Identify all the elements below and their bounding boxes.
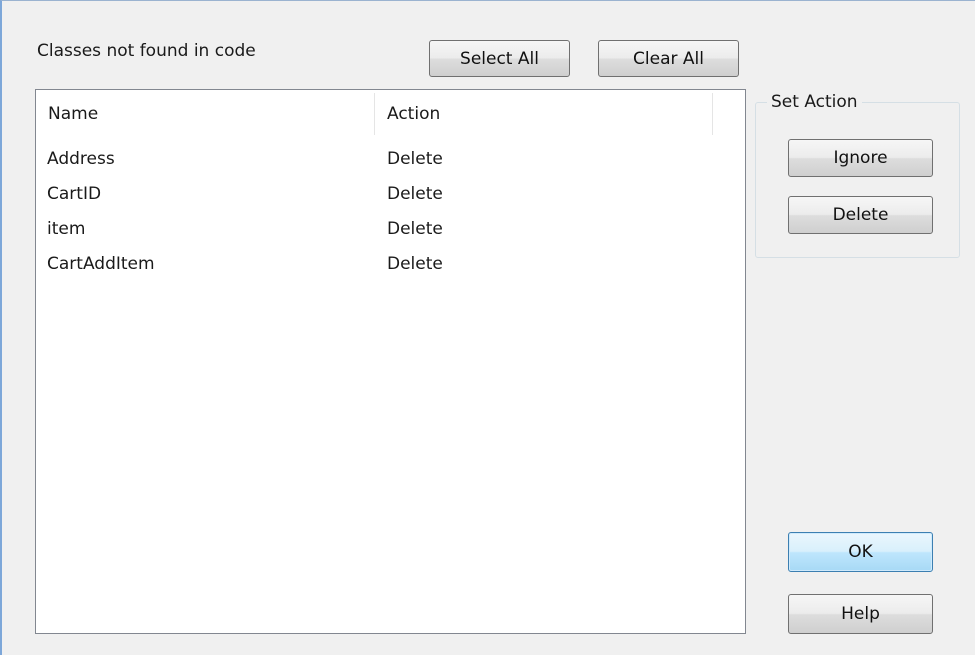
table-row[interactable]: Address Delete <box>36 142 745 177</box>
select-all-button[interactable]: Select All <box>429 40 570 77</box>
set-action-group <box>755 102 960 258</box>
delete-button[interactable]: Delete <box>788 196 933 234</box>
table-row[interactable]: item Delete <box>36 212 745 247</box>
row-name: Address <box>47 149 115 169</box>
table-row[interactable]: CartID Delete <box>36 177 745 212</box>
list-header: Name Action <box>36 90 745 138</box>
help-button[interactable]: Help <box>788 594 933 634</box>
row-name: CartID <box>47 184 102 204</box>
clear-all-button[interactable]: Clear All <box>598 40 739 77</box>
dialog-window: Classes not found in code Select All Cle… <box>0 0 975 655</box>
column-header-action[interactable]: Action <box>375 90 712 138</box>
column-header-filler <box>713 90 745 138</box>
row-action: Delete <box>387 149 443 169</box>
table-row[interactable]: CartAddItem Delete <box>36 247 745 282</box>
row-action: Delete <box>387 254 443 274</box>
row-action: Delete <box>387 219 443 239</box>
row-name: item <box>47 219 86 239</box>
ignore-button[interactable]: Ignore <box>788 139 933 177</box>
classes-list[interactable]: Name Action Address Delete CartID Delete… <box>35 89 746 634</box>
set-action-title: Set Action <box>767 91 862 113</box>
column-header-name[interactable]: Name <box>36 90 374 138</box>
ok-button[interactable]: OK <box>788 532 933 572</box>
row-name: CartAddItem <box>47 254 155 274</box>
list-heading: Classes not found in code <box>37 41 256 61</box>
row-action: Delete <box>387 184 443 204</box>
